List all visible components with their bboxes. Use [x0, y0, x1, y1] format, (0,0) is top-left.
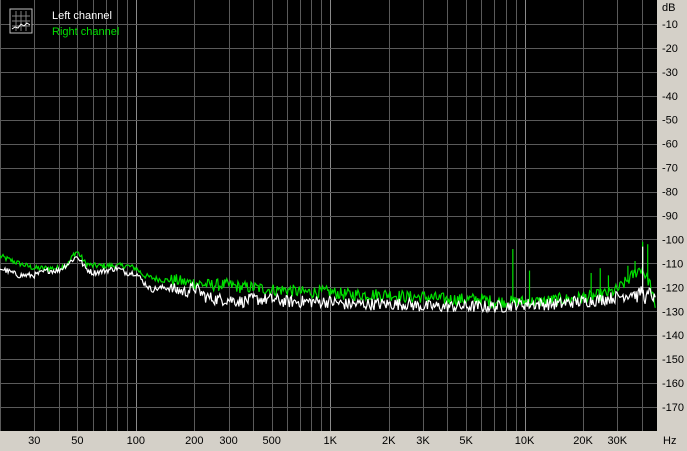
legend-left-channel: Left channel	[52, 10, 112, 22]
y-tick-label: -80	[662, 187, 678, 199]
x-tick-label: 300	[219, 435, 237, 447]
x-unit-label: Hz	[663, 435, 676, 447]
x-tick-label: 2K	[382, 435, 396, 447]
legend-right-channel: Right channel	[52, 26, 119, 38]
y-tick-label: -160	[662, 378, 684, 390]
x-tick-label: 30K	[608, 435, 628, 447]
y-tick-label: -60	[662, 139, 678, 151]
spectrum-chart-svg: Left channel Right channel dB -10 -20 -30 -…	[0, 0, 684, 447]
plot-area	[0, 0, 657, 431]
x-tick-label: 50	[71, 435, 83, 447]
y-tick-label: -100	[662, 234, 684, 246]
x-axis: Hz 30 50 100 200 300 500 1K 2K 3K 5K 10K 20K 30K	[28, 435, 676, 447]
spectrum-chart: Left channel Right channel dB -10 -20 -30 -…	[0, 0, 687, 451]
y-axis: dB -10 -20 -30 -40 -50 -60 -70 -80 -90 -100 -110 -1…	[662, 2, 684, 414]
y-tick-label: -20	[662, 43, 678, 55]
x-tick-label: 10K	[515, 435, 535, 447]
y-tick-label: -40	[662, 91, 678, 103]
y-tick-label: -140	[662, 330, 684, 342]
x-tick-label: 3K	[416, 435, 430, 447]
x-tick-label: 1K	[323, 435, 337, 447]
x-tick-label: 100	[127, 435, 145, 447]
x-tick-label: 5K	[459, 435, 473, 447]
x-tick-label: 20K	[573, 435, 593, 447]
y-tick-label: -30	[662, 67, 678, 79]
y-tick-label: -70	[662, 163, 678, 175]
y-unit-label: dB	[662, 2, 675, 14]
y-tick-label: -130	[662, 306, 684, 318]
y-tick-label: -110	[662, 258, 683, 270]
y-tick-label: -10	[662, 19, 678, 31]
x-tick-label: 30	[28, 435, 40, 447]
y-tick-label: -150	[662, 354, 684, 366]
x-tick-label: 500	[263, 435, 281, 447]
y-tick-label: -170	[662, 402, 684, 414]
x-tick-label: 200	[185, 435, 203, 447]
y-tick-label: -120	[662, 282, 684, 294]
y-tick-label: -90	[662, 211, 678, 223]
y-tick-label: -50	[662, 115, 678, 127]
